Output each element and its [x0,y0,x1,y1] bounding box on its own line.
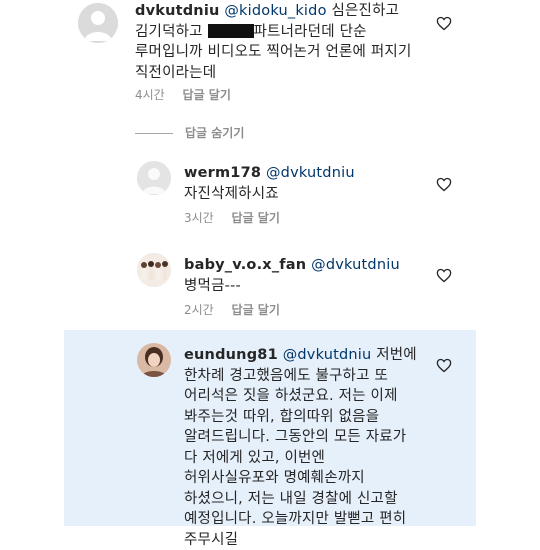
comment-body: 심은진하고 [326,3,400,19]
comment-body: 봐주는것 따위, 합의따위 없음을 [184,408,380,425]
comment-username[interactable]: baby_v.o.x_fan [184,257,306,273]
comment-mention[interactable]: @dvkutdniu [311,257,400,273]
comment-text: baby_v.o.x_fan @dvkutdniu 병먹금--- [184,255,434,296]
comment-body: 병먹금--- [184,277,241,294]
comment-body: 다 저에게 있고, 이번엔 [184,449,326,466]
comment-body: 알려드립니다. 그동안의 모든 자료가 [184,429,407,445]
redaction-box [207,23,254,38]
comment-username[interactable]: dvkutdniu [135,3,220,19]
comment-body: 자진삭제하시죠 [184,185,279,202]
avatar[interactable] [137,161,171,195]
comment-mention[interactable]: @dvkutdniu [266,165,355,181]
reply-button[interactable]: 답글 달기 [232,211,280,225]
comment-body: 김기덕하고 [135,23,208,40]
comment-timestamp[interactable]: 3시간 [184,211,214,225]
comment-body: 한차례 경고했음에도 불구하고 또 [184,367,388,384]
heart-icon[interactable] [436,358,452,373]
comment-mention[interactable]: @dvkutdniu [283,347,372,363]
heart-icon[interactable] [436,177,452,192]
reply-button[interactable]: 답글 달기 [232,303,280,317]
comment-text: dvkutdniu @kidoku_kido 심은진하고 김기덕하고 파트너라던… [135,1,435,83]
comment-meta: 3시간 답글 달기 [184,209,294,226]
comment-timestamp[interactable]: 2시간 [184,303,214,317]
comment-body: 주무시길 [184,531,239,548]
comment-meta: 4시간 답글 달기 [135,86,245,103]
hide-replies-button[interactable]: 답글 숨기기 [135,124,244,141]
comment-username[interactable]: werm178 [184,165,261,181]
hide-replies-label: 답글 숨기기 [185,126,245,140]
default-avatar-icon [78,3,118,43]
comment-mention[interactable]: @kidoku_kido [224,3,326,19]
heart-icon[interactable] [436,16,452,31]
comment-body: 어리석은 짓을 하셨군요. 저는 이제 [184,388,398,404]
comment-body: 예정입니다. 오늘까지만 발뻗고 편히 [184,511,407,527]
avatar[interactable] [78,3,118,43]
comment-text: werm178 @dvkutdniu 자진삭제하시죠 [184,163,434,204]
comment-text: eundung81 @dvkutdniu 저번에 한차례 경고했음에도 불구하고… [184,345,434,550]
comment-body: 하셨으니, 저는 내일 경찰에 신고할 [184,490,398,507]
user-photo-avatar-icon [137,343,171,377]
reply-button[interactable]: 답글 달기 [183,88,231,102]
comment-body: 파트너라던데 단순 [253,23,367,40]
comment-meta: 2시간 답글 달기 [184,301,294,318]
comment-timestamp[interactable]: 4시간 [135,88,165,102]
comment-body: 직전이라는데 [135,64,217,81]
avatar[interactable] [137,253,171,287]
comment-username[interactable]: eundung81 [184,347,278,363]
avatar[interactable] [137,343,171,377]
heart-icon[interactable] [436,268,452,283]
comment-body: 저번에 [371,347,417,363]
group-photo-avatar-icon [137,253,171,287]
default-avatar-icon [137,161,171,195]
divider-line [135,133,173,134]
comment-body: 루머입니까 비디오도 찍어논거 언론에 퍼지기 [135,44,412,60]
comment-body: 허위사실유포와 명예훼손까지 [184,470,365,486]
